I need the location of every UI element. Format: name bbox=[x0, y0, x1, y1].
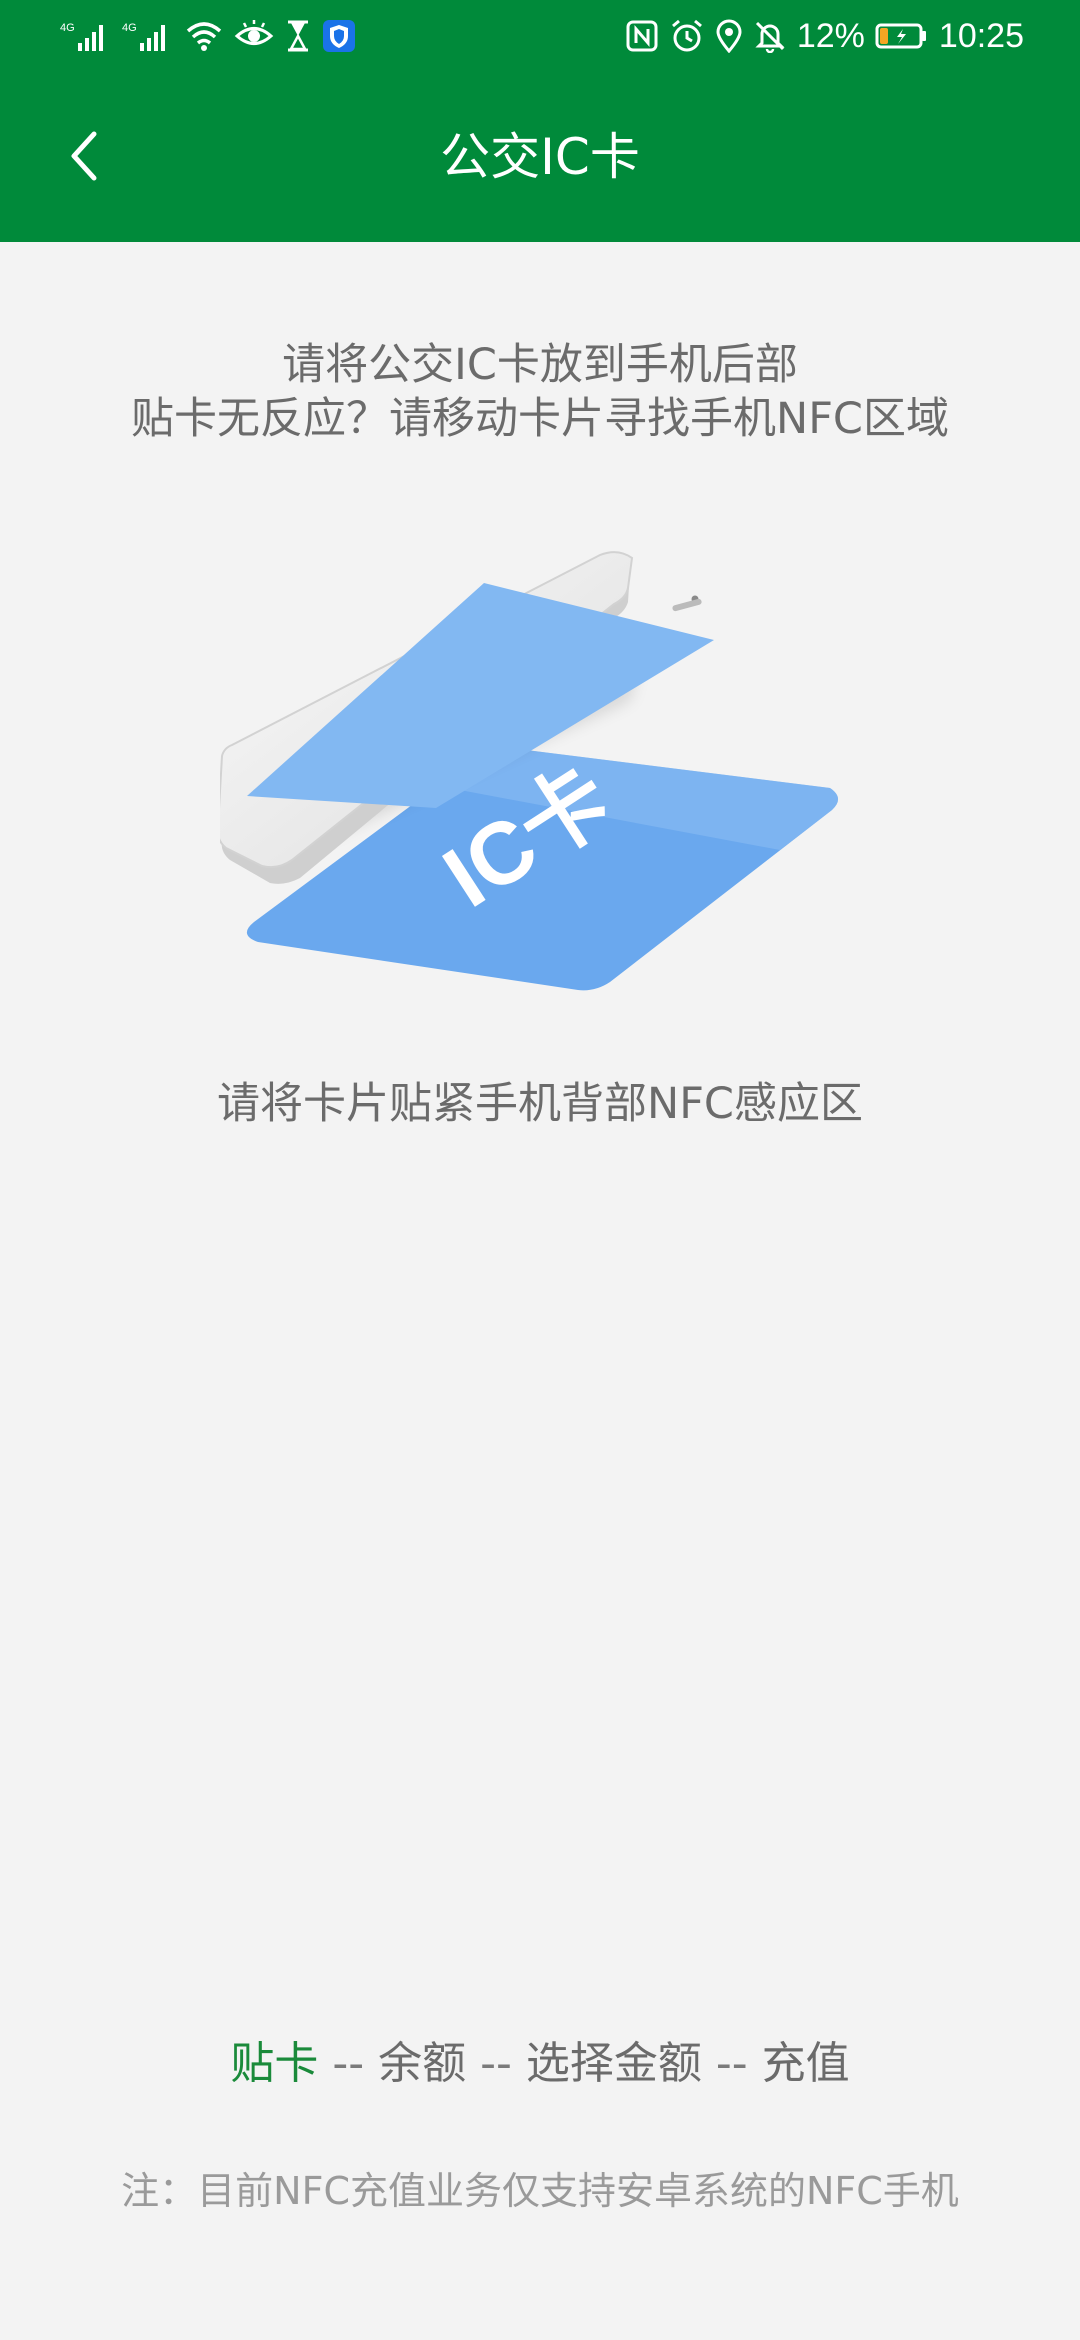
clock: 10:25 bbox=[938, 17, 1024, 55]
alarm-icon bbox=[669, 19, 705, 53]
step-tap-card: 贴卡 bbox=[230, 2038, 319, 2089]
tap-hint: 请将卡片贴紧手机背部NFC感应区 bbox=[217, 1079, 863, 1129]
shield-icon bbox=[322, 19, 356, 53]
eye-icon bbox=[234, 19, 274, 53]
status-bar: 4G 4G 12% 10:25 bbox=[0, 0, 1080, 72]
hourglass-icon bbox=[284, 19, 312, 53]
signal-icon: 4G bbox=[122, 19, 174, 53]
instruction-line-2: 贴卡无反应？请移动卡片寻找手机NFC区域 bbox=[131, 394, 949, 444]
app-header: 4G 4G 12% 10:25 公交IC卡 bbox=[0, 0, 1080, 242]
bell-off-icon bbox=[753, 19, 787, 53]
nav-bar: 公交IC卡 bbox=[0, 72, 1080, 242]
battery-icon bbox=[875, 19, 929, 53]
instruction-line-1: 请将公交IC卡放到手机后部 bbox=[282, 340, 798, 390]
network-type-1: 4G bbox=[60, 22, 75, 34]
step-recharge: 充值 bbox=[761, 2038, 850, 2089]
instructions: 请将公交IC卡放到手机后部 贴卡无反应？请移动卡片寻找手机NFC区域 bbox=[0, 338, 1080, 446]
signal-icon: 4G bbox=[60, 19, 112, 53]
back-button[interactable] bbox=[40, 114, 128, 202]
step-separator: -- bbox=[318, 2038, 379, 2089]
step-separator: -- bbox=[466, 2038, 526, 2089]
step-separator: -- bbox=[701, 2038, 762, 2089]
status-left: 4G 4G bbox=[60, 14, 356, 58]
step-indicator: 贴卡 -- 余额 -- 选择金额 -- 充值 bbox=[0, 2035, 1080, 2093]
nfc-icon bbox=[625, 19, 659, 53]
step-select-amount: 选择金额 bbox=[525, 2038, 702, 2089]
status-right: 12% 10:25 bbox=[625, 14, 1024, 58]
network-type-2: 4G bbox=[122, 22, 137, 34]
nfc-note: 注：目前NFC充值业务仅支持安卓系统的NFC手机 bbox=[121, 2169, 959, 2213]
location-icon bbox=[715, 19, 743, 53]
nfc-illustration: IC卡 bbox=[216, 550, 860, 1010]
wifi-icon bbox=[184, 19, 224, 53]
step-balance: 余额 bbox=[378, 2038, 467, 2089]
page-title: 公交IC卡 bbox=[440, 128, 640, 186]
chevron-left-icon bbox=[64, 130, 104, 186]
battery-percent: 12% bbox=[796, 17, 865, 55]
